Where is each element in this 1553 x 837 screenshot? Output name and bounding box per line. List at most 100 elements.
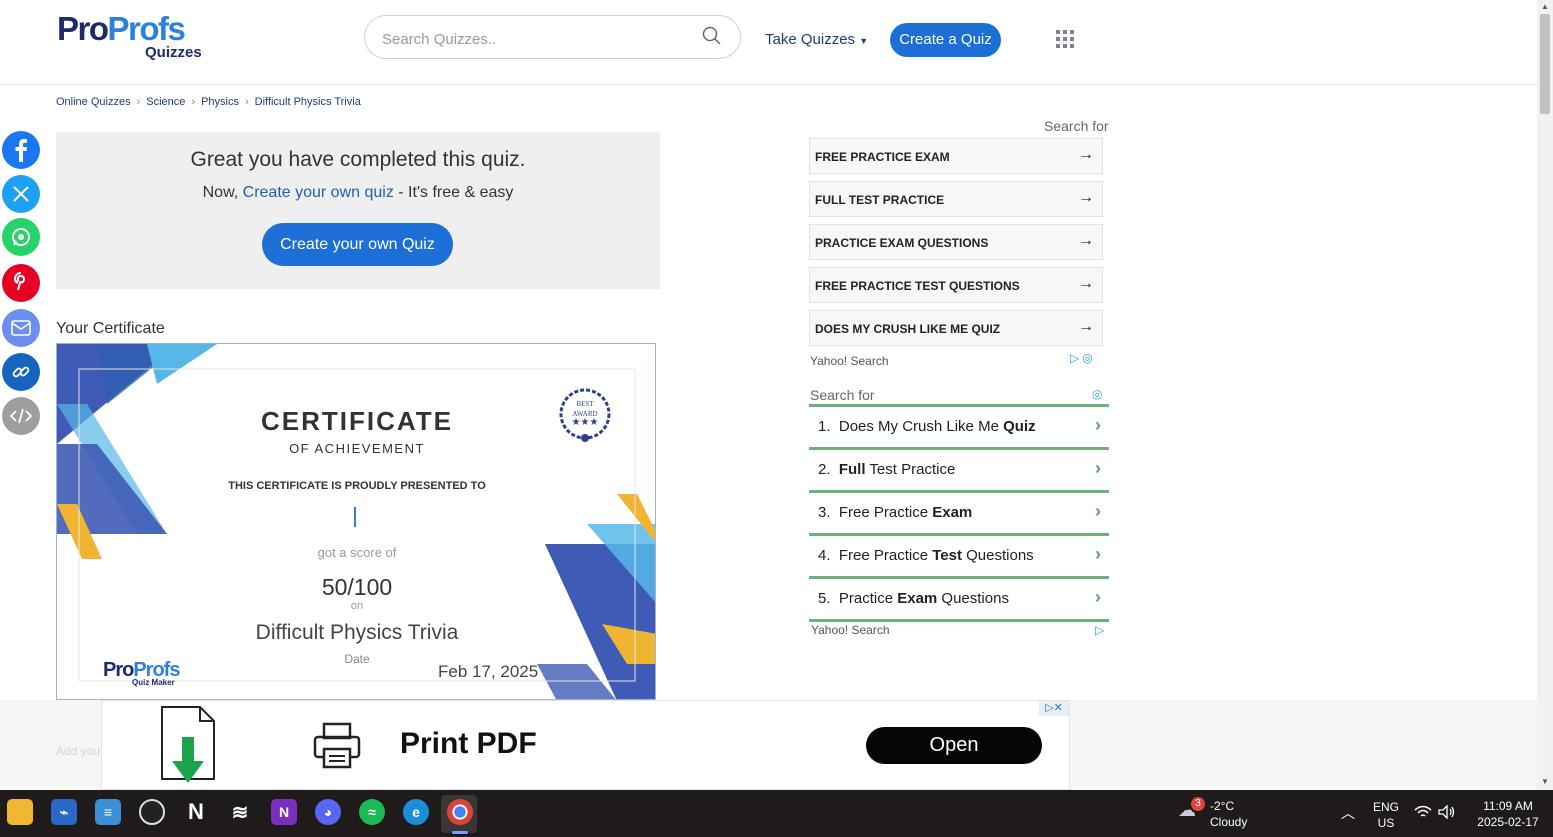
ad-list-item[interactable]: 5. Practice Exam Questions › xyxy=(809,579,1109,619)
adchoices-icon[interactable]: ▷ xyxy=(1095,623,1104,637)
clock-date[interactable]: 2025-02-17 xyxy=(1468,814,1548,830)
notion-icon[interactable]: N xyxy=(183,799,209,825)
chrome-icon[interactable] xyxy=(447,799,473,825)
search-box[interactable] xyxy=(364,15,741,59)
edge-icon[interactable]: e xyxy=(403,799,429,825)
weather-temp[interactable]: -2°C xyxy=(1210,798,1234,814)
language-indicator-line2[interactable]: US xyxy=(1370,815,1402,831)
pinterest-share-icon[interactable] xyxy=(2,264,40,302)
best-award-badge-icon: ★★★ BEST AWARD xyxy=(554,385,616,447)
completion-sub-prefix: Now, xyxy=(202,184,243,201)
scrollbar-thumb[interactable] xyxy=(1540,14,1550,114)
certificate-date: Feb 17, 2025 xyxy=(438,662,539,681)
download-file-icon xyxy=(161,706,215,783)
spotify-icon[interactable]: ≈ xyxy=(359,799,385,825)
file-explorer-icon[interactable] xyxy=(7,799,33,825)
completion-subtext: Now, Create your own quiz - It's free & … xyxy=(56,184,660,202)
certificate-presented-to: THIS CERTIFICATE IS PROUDLY PRESENTED TO xyxy=(228,480,486,492)
hide-ad-eye-icon[interactable]: ◎ xyxy=(1092,387,1102,401)
cert-logo-pro: Pro xyxy=(103,659,134,681)
completion-sub-suffix: - It's free & easy xyxy=(393,184,514,201)
ad-title: Print PDF xyxy=(400,727,537,760)
ad-link-free-practice-test-questions[interactable]: FREE PRACTICE TEST QUESTIONS → xyxy=(809,267,1103,303)
take-quizzes-label: Take Quizzes xyxy=(765,31,856,48)
create-own-quiz-link[interactable]: Create your own quiz xyxy=(243,184,394,201)
ad-list-item[interactable]: 2. Full Test Practice › xyxy=(809,450,1109,490)
arrow-right-icon: → xyxy=(1078,189,1094,206)
proprofs-logo[interactable]: ProProfs xyxy=(57,10,186,47)
language-indicator-line1[interactable]: ENG xyxy=(1370,799,1402,815)
yahoo-search-attribution[interactable]: Yahoo! Search xyxy=(811,623,890,637)
ad-link-label: FULL TEST PRACTICE xyxy=(815,193,945,207)
certificate-score: 50/100 xyxy=(321,574,393,600)
breadcrumb-physics[interactable]: Physics xyxy=(201,96,239,108)
certificate-logo: ProProfs xyxy=(103,659,180,681)
clock-time[interactable]: 11:09 AM xyxy=(1468,798,1548,814)
ads-search-for-label: Search for xyxy=(1044,118,1109,134)
email-share-icon[interactable] xyxy=(2,309,40,347)
logo-text-pro: Pro xyxy=(57,10,109,47)
weather-condition[interactable]: Cloudy xyxy=(1210,814,1247,830)
chevron-up-icon[interactable]: ︿ xyxy=(1341,803,1355,823)
certificate-card: CERTIFICATE OF ACHIEVEMENT THIS CERTIFIC… xyxy=(56,343,656,700)
divider xyxy=(809,619,1109,622)
sticky-app-icon[interactable]: ⌁ xyxy=(51,799,77,825)
certificate-quiz-name: Difficult Physics Trivia xyxy=(255,621,459,644)
adchoices-icon[interactable]: ▷ ◎ xyxy=(1070,351,1093,365)
app-stack-icon[interactable]: ≋ xyxy=(227,799,253,825)
chevron-right-icon: › xyxy=(1095,415,1101,435)
scrollbar[interactable] xyxy=(1537,0,1553,790)
onenote-icon[interactable]: N xyxy=(271,799,297,825)
create-own-quiz-button[interactable]: Create your own Quiz xyxy=(262,223,453,266)
embed-code-icon[interactable] xyxy=(2,397,40,435)
breadcrumb-science[interactable]: Science xyxy=(146,96,185,108)
ad-list-item[interactable]: 4. Free Practice Test Questions › xyxy=(809,536,1109,576)
breadcrumb-online-quizzes[interactable]: Online Quizzes xyxy=(56,96,131,108)
badge-line2: AWARD xyxy=(572,410,598,418)
ad-link-full-test-practice[interactable]: FULL TEST PRACTICE → xyxy=(809,181,1103,217)
arrow-right-icon: → xyxy=(1078,318,1094,335)
facebook-share-icon[interactable] xyxy=(2,131,40,169)
scroll-up-icon[interactable]: ▲ xyxy=(1541,2,1549,11)
ad-close-icon[interactable]: ▷✕ xyxy=(1039,701,1069,716)
ad-open-button[interactable]: Open xyxy=(866,727,1042,764)
name-input-cursor[interactable] xyxy=(354,507,356,527)
scroll-down-icon[interactable]: ▼ xyxy=(1541,777,1549,786)
volume-icon[interactable] xyxy=(1438,804,1456,824)
whatsapp-share-icon[interactable] xyxy=(2,218,40,256)
arrow-right-icon: → xyxy=(1078,232,1094,249)
search-input[interactable] xyxy=(380,27,684,51)
apps-grid-icon[interactable] xyxy=(1056,30,1074,48)
breadcrumb-current[interactable]: Difficult Physics Trivia xyxy=(255,96,361,108)
wifi-icon[interactable] xyxy=(1414,805,1432,822)
certificate-heading: Your Certificate xyxy=(56,320,165,337)
x-share-icon[interactable] xyxy=(2,175,40,213)
completion-title: Great you have completed this quiz. xyxy=(190,148,526,171)
ad-link-label: FREE PRACTICE TEST QUESTIONS xyxy=(815,279,1020,293)
discord-icon[interactable]: ◕ xyxy=(315,799,341,825)
logo-subtitle: Quizzes xyxy=(145,44,202,61)
notepad-icon[interactable]: ≡ xyxy=(95,799,121,825)
certificate-logo-subtitle: Quiz Maker xyxy=(132,678,175,687)
copy-link-icon[interactable] xyxy=(2,353,40,391)
ad-list-item[interactable]: 1. Does My Crush Like Me Quiz › xyxy=(809,407,1109,447)
ad-list-item[interactable]: 3. Free Practice Exam › xyxy=(809,493,1109,533)
bottom-banner-ad[interactable]: Print PDF Open xyxy=(101,700,1070,790)
ad-link-does-my-crush-like-me-quiz[interactable]: DOES MY CRUSH LIKE ME QUIZ → xyxy=(809,310,1103,346)
active-indicator xyxy=(452,831,468,834)
certificate-score-label: got a score of xyxy=(317,545,397,560)
chevron-right-icon: › xyxy=(1095,501,1101,521)
certificate-on-label: on xyxy=(350,600,364,612)
create-quiz-button[interactable]: Create a Quiz xyxy=(890,23,1001,57)
ad-link-free-practice-exam[interactable]: FREE PRACTICE EXAM → xyxy=(809,138,1103,174)
take-quizzes-menu[interactable]: Take Quizzes ▼ xyxy=(765,31,868,48)
chevron-right-icon: › xyxy=(1095,544,1101,564)
ad-link-practice-exam-questions[interactable]: PRACTICE EXAM QUESTIONS → xyxy=(809,224,1103,260)
yahoo-search-attribution[interactable]: Yahoo! Search xyxy=(810,354,889,368)
badge-line1: BEST xyxy=(576,400,594,408)
ad-link-label: FREE PRACTICE EXAM xyxy=(815,150,950,164)
arrow-right-icon: → xyxy=(1078,275,1094,292)
obs-icon[interactable] xyxy=(139,799,165,825)
printer-icon xyxy=(313,722,361,769)
ads-list-search-for-label: Search for xyxy=(810,387,875,403)
